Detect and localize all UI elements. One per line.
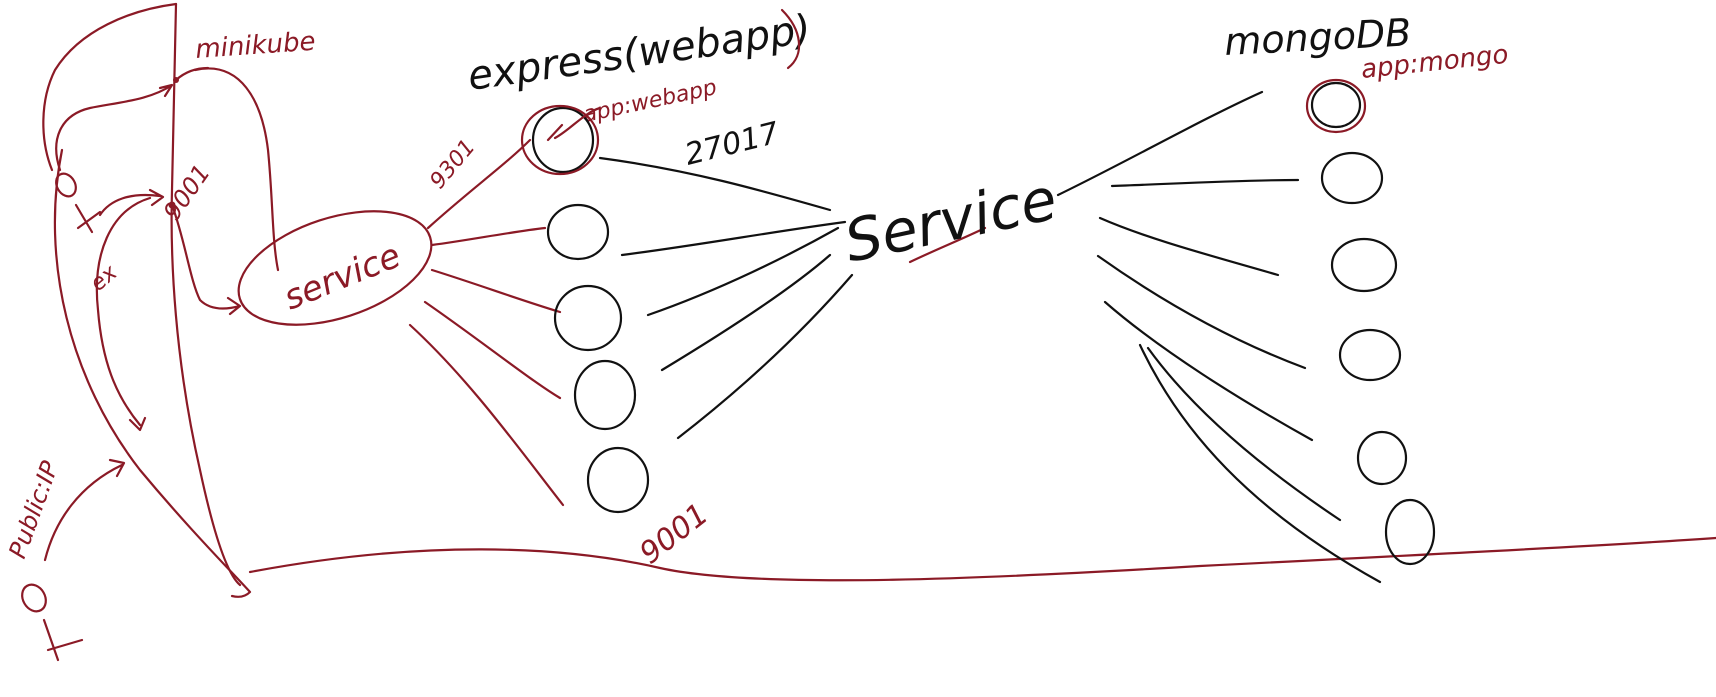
mongo-pod-5 bbox=[1356, 430, 1408, 486]
figure-top-arrow bbox=[55, 83, 174, 172]
figure-bottom-body bbox=[42, 618, 84, 662]
mongo-link-1 bbox=[1056, 90, 1264, 197]
app-webapp-label: app:webapp bbox=[581, 75, 719, 128]
mongo-link-6 bbox=[1138, 343, 1382, 584]
bottom-port-label: 9001 bbox=[633, 497, 715, 572]
figure-top-body bbox=[74, 203, 102, 234]
mongo-pod-1-highlight bbox=[1305, 78, 1367, 134]
mongo-pod-3 bbox=[1330, 237, 1398, 293]
webapp-pod-4 bbox=[573, 359, 637, 431]
node-vertical-line bbox=[170, 2, 242, 587]
express-port-label: 9301 bbox=[425, 135, 480, 194]
service-small-label: service bbox=[278, 236, 406, 319]
link-to-webapp-pod-2 bbox=[430, 226, 547, 247]
user-figure-top bbox=[42, 2, 178, 234]
link-to-webapp-pod-3 bbox=[430, 268, 562, 314]
express-section: express(webapp) app:webapp bbox=[465, 6, 814, 128]
service-small-links: 9301 bbox=[408, 135, 987, 507]
mongo-link-5 bbox=[1103, 300, 1314, 442]
mongo-link-2 bbox=[1110, 178, 1300, 188]
service-big-label: Service bbox=[839, 165, 1063, 276]
mongo-pod-4 bbox=[1338, 328, 1402, 382]
mongo-pod-1 bbox=[1310, 81, 1362, 129]
public-ip-label: Public:IP bbox=[3, 457, 64, 562]
figure-bottom-head bbox=[21, 583, 47, 613]
node-port-label: 9001 bbox=[158, 159, 216, 225]
service-big-links-right bbox=[1056, 90, 1382, 584]
webapp-pod-5 bbox=[586, 446, 650, 514]
webapp-pod-2 bbox=[546, 203, 610, 261]
express-pods bbox=[520, 104, 650, 514]
service-big: Service bbox=[839, 165, 1063, 276]
mongo-pod-2 bbox=[1320, 151, 1384, 205]
service-big-links-left bbox=[598, 156, 854, 440]
node-top-to-service bbox=[193, 67, 280, 272]
mongo-section: mongoDB app:mongo bbox=[1223, 10, 1510, 85]
express-title: express(webapp) bbox=[465, 6, 814, 100]
black-link-pod-4 bbox=[660, 253, 832, 372]
diagram-svg: minikube 9001 ex Public:IP service 9001 … bbox=[3, 2, 1716, 662]
mongo-link-3 bbox=[1098, 216, 1280, 277]
link-to-webapp-pod-4 bbox=[423, 300, 562, 400]
service-small: service bbox=[237, 210, 433, 326]
ex-arrow-to-node bbox=[98, 188, 165, 217]
mongo-port-label: 27017 bbox=[681, 116, 782, 173]
mongo-link-6b bbox=[1146, 346, 1342, 522]
minikube-label: minikube bbox=[194, 27, 316, 65]
black-link-pod-2 bbox=[620, 220, 847, 257]
ex-label: ex bbox=[86, 260, 123, 297]
minikube-pointer bbox=[174, 66, 210, 82]
whiteboard-canvas: minikube 9001 ex Public:IP service 9001 … bbox=[0, 0, 1716, 697]
cluster-boundary-line bbox=[248, 536, 1716, 582]
ex-curve bbox=[95, 196, 152, 432]
mongo-pods bbox=[1305, 78, 1436, 566]
webapp-pod-3 bbox=[553, 284, 623, 352]
figure-top-loop bbox=[42, 2, 178, 172]
link-to-webapp-pod-5 bbox=[408, 323, 565, 507]
black-link-pod-5 bbox=[676, 273, 854, 440]
